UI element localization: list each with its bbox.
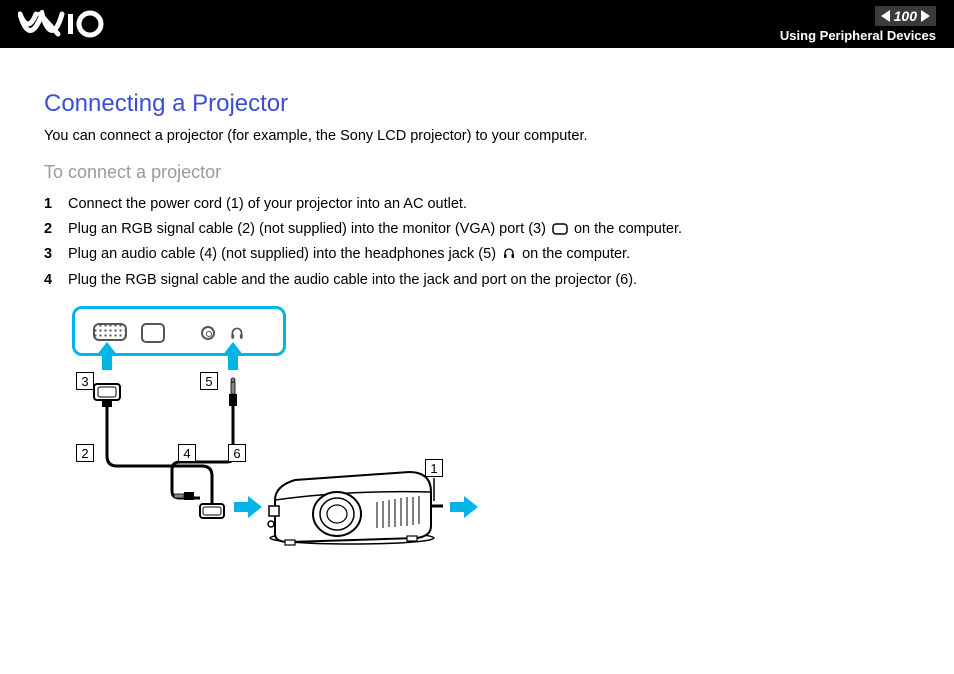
prev-page-icon[interactable] xyxy=(881,10,890,22)
cables-svg xyxy=(72,306,502,556)
arrow-icon xyxy=(234,498,262,516)
callout-4: 4 xyxy=(178,444,196,462)
header-bar: 100 Using Peripheral Devices xyxy=(0,0,954,48)
page-number: 100 xyxy=(894,8,917,24)
step-4: Plug the RGB signal cable and the audio … xyxy=(44,269,910,292)
callout-3: 3 xyxy=(76,372,94,390)
callout-2: 2 xyxy=(76,444,94,462)
page-content: Connecting a Projector You can connect a… xyxy=(0,48,954,576)
page-number-box[interactable]: 100 xyxy=(875,6,936,26)
headphones-icon xyxy=(502,246,516,260)
procedure-heading: To connect a projector xyxy=(44,162,910,183)
step-1: Connect the power cord (1) of your proje… xyxy=(44,193,910,216)
callout-6: 6 xyxy=(228,444,246,462)
monitor-port-icon xyxy=(552,223,568,235)
connection-diagram: 3 5 2 4 6 1 xyxy=(72,306,502,556)
intro-text: You can connect a projector (for example… xyxy=(44,128,910,144)
step-3: Plug an audio cable (4) (not supplied) i… xyxy=(44,243,910,266)
callout-5: 5 xyxy=(200,372,218,390)
next-page-icon[interactable] xyxy=(921,10,930,22)
steps-list: Connect the power cord (1) of your proje… xyxy=(44,193,910,292)
vaio-logo xyxy=(18,10,128,38)
section-name: Using Peripheral Devices xyxy=(780,28,936,43)
page-title: Connecting a Projector xyxy=(44,90,910,118)
step-2: Plug an RGB signal cable (2) (not suppli… xyxy=(44,218,910,241)
arrow-icon xyxy=(450,498,478,516)
callout-1: 1 xyxy=(425,459,443,477)
